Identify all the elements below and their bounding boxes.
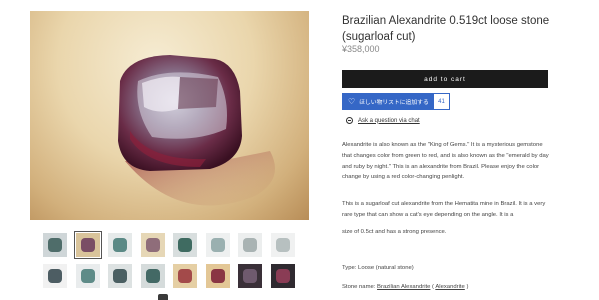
thumbnail-row-1 <box>43 231 295 259</box>
thumbnail-4[interactable] <box>140 233 165 257</box>
chat-icon <box>346 117 353 124</box>
product-price: ¥358,000 <box>342 44 380 54</box>
gallery-scroll-indicator[interactable] <box>158 294 168 300</box>
thumbnail-2[interactable] <box>73 231 102 259</box>
thumbnail-16[interactable] <box>270 264 295 288</box>
ask-question-link[interactable]: Ask a question via chat <box>358 118 420 124</box>
thumbnail-3[interactable] <box>108 233 133 257</box>
stone-link-alexandrite[interactable]: Alexandrite <box>435 284 464 290</box>
thumbnail-7[interactable] <box>238 233 263 257</box>
heart-icon: ♡ <box>348 96 356 106</box>
stone-name-prefix: Stone name: <box>342 284 378 290</box>
stone-paren-close: ) <box>464 284 469 290</box>
main-product-image[interactable] <box>30 11 309 220</box>
thumbnail-1[interactable] <box>43 233 67 257</box>
wishlist-control: ♡ ほしい物リストに追加する 41 <box>342 93 450 110</box>
stone-name: Stone name: Brazilian Alexandrite ( Alex… <box>342 282 550 293</box>
description-paragraph-3: size of 0.5ct and has a strong presence. <box>342 229 447 235</box>
description-paragraph-2: This is a sugarloaf cut alexandrite from… <box>342 201 546 218</box>
thumbnail-6[interactable] <box>205 233 230 257</box>
thumbnail-15[interactable] <box>238 264 263 288</box>
description-paragraph-1: Alexandrite is also known as the "King o… <box>342 142 549 181</box>
ask-question: Ask a question via chat <box>346 117 420 124</box>
thumbnail-10[interactable] <box>75 264 100 288</box>
wishlist-label: ほしい物リストに追加する <box>359 100 429 106</box>
thumbnail-5[interactable] <box>173 233 198 257</box>
thumbnail-8[interactable] <box>270 233 295 257</box>
thumbnail-12[interactable] <box>140 264 165 288</box>
thumbnail-9[interactable] <box>43 264 67 288</box>
stone-link-brazilian-alexandrite[interactable]: Brazilian Alexandrite <box>377 284 430 290</box>
wishlist-count: 41 <box>434 93 450 110</box>
thumbnail-11[interactable] <box>108 264 133 288</box>
thumbnail-13[interactable] <box>173 264 198 288</box>
thumbnail-row-2 <box>43 264 295 288</box>
thumbnail-14[interactable] <box>205 264 230 288</box>
add-to-wishlist-button[interactable]: ♡ ほしい物リストに追加する <box>342 93 434 110</box>
product-title: Brazilian Alexandrite 0.519ct loose ston… <box>342 15 550 43</box>
stone-type: Type: Loose (natural stone) <box>342 265 414 271</box>
add-to-cart-button[interactable]: add to cart <box>342 70 548 88</box>
